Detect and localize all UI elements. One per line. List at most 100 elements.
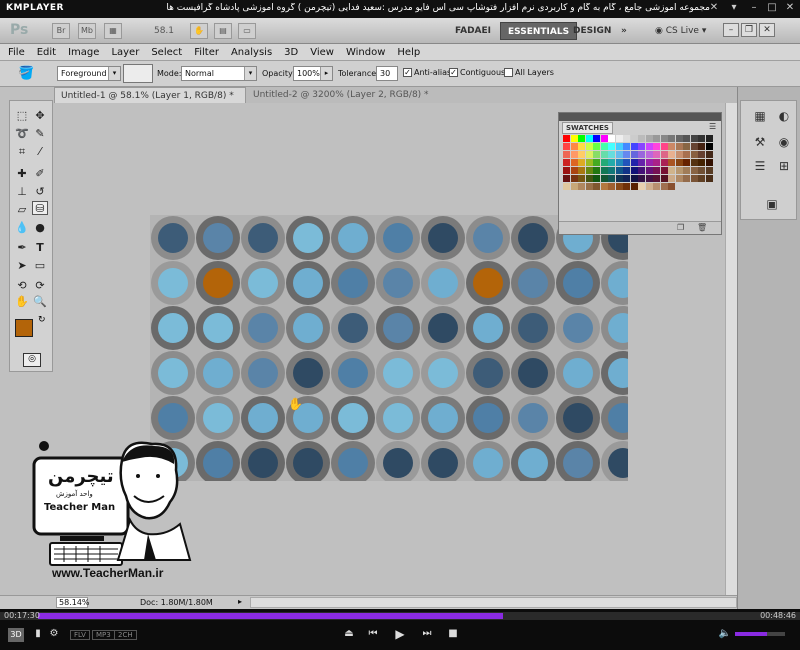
lasso-tool-icon[interactable]: ➰	[14, 127, 30, 141]
color-swatch[interactable]	[563, 167, 570, 174]
color-swatch[interactable]	[563, 143, 570, 150]
color-swatch[interactable]	[570, 143, 578, 150]
color-swatch[interactable]	[660, 143, 668, 150]
color-swatch[interactable]	[660, 135, 668, 142]
color-swatch[interactable]	[705, 175, 713, 182]
color-swatch[interactable]	[593, 151, 600, 158]
color-swatch[interactable]	[615, 159, 623, 166]
color-swatch[interactable]	[653, 143, 660, 150]
masks-panel-icon[interactable]: ◉	[775, 135, 793, 151]
paint-bucket-tool-icon[interactable]: 🪣	[18, 66, 34, 81]
color-swatch[interactable]	[675, 175, 683, 182]
color-swatch[interactable]	[698, 143, 705, 150]
color-swatch[interactable]	[615, 167, 623, 174]
volume-icon[interactable]: 🔈	[718, 626, 732, 642]
color-swatch[interactable]	[705, 151, 713, 158]
color-swatch[interactable]	[690, 175, 698, 182]
color-swatch[interactable]	[705, 159, 713, 166]
color-swatch[interactable]	[600, 183, 608, 190]
color-swatch[interactable]	[698, 135, 705, 142]
color-swatch[interactable]	[660, 167, 668, 174]
color-swatch[interactable]	[578, 151, 585, 158]
move-tool-icon[interactable]: ✥	[32, 109, 48, 123]
color-swatch[interactable]	[653, 175, 660, 182]
color-swatch[interactable]	[578, 175, 585, 182]
tab-untitled-1[interactable]: Untitled-1 @ 58.1% (Layer 1, RGB/8) * ✕	[54, 87, 246, 117]
color-swatch[interactable]	[675, 159, 683, 166]
antialias-checkbox[interactable]: ✓ Anti-alias	[403, 68, 451, 77]
pen-tool-icon[interactable]: ✒	[14, 241, 30, 255]
clone-stamp-tool-icon[interactable]: ⊥	[14, 185, 30, 199]
color-swatch[interactable]	[698, 151, 705, 158]
menu-image[interactable]: Image	[68, 47, 99, 58]
color-swatch[interactable]	[668, 183, 675, 190]
swatches-tab[interactable]: SWATCHES	[562, 122, 613, 134]
color-swatch[interactable]	[563, 175, 570, 182]
color-swatch[interactable]	[593, 143, 600, 150]
color-swatch[interactable]	[623, 143, 630, 150]
color-swatch[interactable]	[638, 135, 645, 142]
eyedropper-tool-icon[interactable]: ⁄	[32, 145, 48, 159]
bridge-button[interactable]: Br	[52, 23, 70, 39]
extras-button[interactable]: ▦	[104, 23, 122, 39]
paint-bucket-tool-icon[interactable]: ⛁	[32, 201, 48, 215]
color-swatch[interactable]	[660, 175, 668, 182]
color-swatch[interactable]	[668, 135, 675, 142]
color-swatch[interactable]	[668, 151, 675, 158]
color-swatch[interactable]	[668, 175, 675, 182]
color-swatch[interactable]	[570, 167, 578, 174]
menu-analysis[interactable]: Analysis	[231, 47, 272, 58]
color-swatch[interactable]	[660, 183, 668, 190]
color-swatch[interactable]	[630, 135, 638, 142]
screen-mode-icon[interactable]: ▭	[238, 23, 256, 39]
color-swatch[interactable]	[660, 159, 668, 166]
color-swatch[interactable]	[698, 159, 705, 166]
color-swatch[interactable]	[578, 183, 585, 190]
color-swatch[interactable]	[608, 143, 615, 150]
color-swatch[interactable]	[675, 135, 683, 142]
color-swatch[interactable]	[578, 159, 585, 166]
color-swatch[interactable]	[623, 151, 630, 158]
mini-bridge-button[interactable]: Mb	[78, 23, 96, 39]
color-swatch[interactable]	[705, 143, 713, 150]
cs-live-button[interactable]: ◉ CS Live ▾	[655, 22, 706, 40]
color-swatch[interactable]	[660, 151, 668, 158]
new-swatch-icon[interactable]: ❐	[677, 223, 684, 232]
close-icon[interactable]: ✕	[784, 2, 796, 14]
swap-colors-icon[interactable]: ↻	[38, 315, 46, 325]
more-workspaces-icon[interactable]: »	[614, 22, 634, 40]
color-swatch[interactable]	[615, 135, 623, 142]
color-swatch[interactable]	[563, 151, 570, 158]
color-swatch[interactable]	[690, 135, 698, 142]
color-swatch[interactable]	[638, 151, 645, 158]
color-swatch[interactable]	[645, 135, 653, 142]
color-swatch[interactable]	[638, 175, 645, 182]
previous-icon[interactable]: ⏮	[366, 626, 380, 642]
panel-menu-icon[interactable]: ☰	[709, 122, 716, 131]
eject-icon[interactable]: ⏏	[342, 626, 356, 642]
dodge-tool-icon[interactable]: ●	[32, 221, 48, 235]
settings-arrow-icon[interactable]: ▾	[728, 2, 740, 14]
hand-tool-icon[interactable]: ✋	[190, 23, 208, 39]
color-swatch[interactable]	[585, 151, 593, 158]
color-swatch[interactable]	[585, 167, 593, 174]
color-swatch[interactable]	[593, 175, 600, 182]
foreground-color-swatch[interactable]	[15, 319, 33, 337]
color-swatch[interactable]	[578, 135, 585, 142]
color-swatch[interactable]	[638, 159, 645, 166]
menu-select[interactable]: Select	[151, 47, 182, 58]
color-swatch[interactable]	[623, 183, 630, 190]
color-swatch[interactable]	[623, 135, 630, 142]
pattern-picker[interactable]	[123, 64, 153, 83]
color-swatch[interactable]	[593, 167, 600, 174]
menu-edit[interactable]: Edit	[37, 47, 56, 58]
color-swatch[interactable]	[668, 167, 675, 174]
color-swatch[interactable]	[600, 151, 608, 158]
color-swatch[interactable]	[630, 175, 638, 182]
vertical-scrollbar[interactable]	[725, 103, 737, 595]
next-icon[interactable]: ⏭	[420, 626, 434, 642]
menu-file[interactable]: File	[8, 47, 25, 58]
color-swatch[interactable]	[683, 151, 690, 158]
color-swatch[interactable]	[615, 175, 623, 182]
color-swatch[interactable]	[645, 175, 653, 182]
